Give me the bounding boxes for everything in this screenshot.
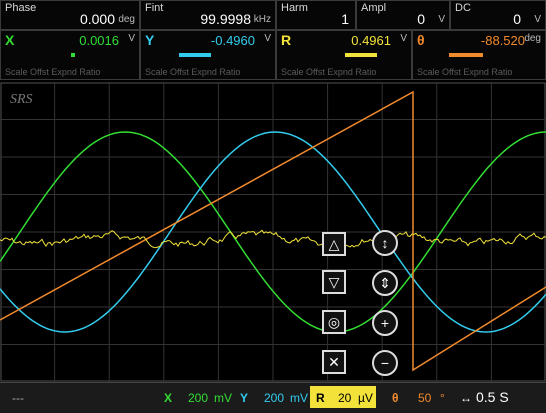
dc-readout[interactable]: DC 0 V	[450, 0, 546, 30]
channel-y-panel[interactable]: Y -0.4960 V Scale Offst Expnd Ratio	[140, 30, 276, 80]
zoom-out-icon[interactable]: −	[372, 350, 398, 376]
channel-x-subcontrols: Scale Offst Expnd Ratio	[5, 67, 101, 77]
zoom-vertical-in-icon[interactable]: ↕	[372, 230, 398, 256]
y-scale-value[interactable]: 200	[264, 391, 284, 405]
ampl-label: Ampl	[361, 2, 387, 14]
channel-y-subcontrols: Scale Offst Expnd Ratio	[145, 67, 241, 77]
y-scale-unit: mV	[290, 391, 308, 405]
phase-unit: deg	[118, 14, 135, 25]
r-scale-unit: µV	[358, 391, 373, 405]
timebase-value[interactable]: 0.5 S	[476, 389, 509, 405]
x-scale-unit: mV	[214, 391, 232, 405]
timebase-icon: ↔	[460, 391, 472, 405]
channel-theta-value: -88.520	[480, 33, 525, 48]
channel-x-panel[interactable]: X 0.0016 V Scale Offst Expnd Ratio	[0, 30, 140, 80]
theta-scale-label[interactable]: θ	[392, 391, 399, 405]
channel-r-subcontrols: Scale Offst Expnd Ratio	[281, 67, 377, 77]
phase-readout[interactable]: Phase 0.000 deg	[0, 0, 140, 30]
r-scale-label[interactable]: R	[316, 391, 325, 405]
x-scale-label[interactable]: X	[164, 391, 172, 405]
r-scale-value[interactable]: 20	[338, 391, 351, 405]
channel-y-value: -0.4960	[210, 33, 255, 48]
phase-value: 0.000	[79, 11, 115, 27]
zoom-vertical-out-icon[interactable]: ⇕	[372, 270, 398, 296]
channel-theta-subcontrols: Scale Offst Expnd Ratio	[417, 67, 513, 77]
scale-up-button[interactable]: △	[322, 232, 346, 256]
channel-r-label: R	[281, 32, 292, 48]
dc-label: DC	[455, 2, 471, 14]
channel-theta-label: θ	[417, 32, 425, 48]
fint-readout[interactable]: Fint 99.9998 kHz	[140, 0, 276, 30]
trace-dash: ---	[12, 391, 24, 405]
harm-label: Harm	[281, 2, 308, 14]
channel-x-label: X	[5, 32, 15, 48]
ampl-readout[interactable]: Ampl 0 V	[356, 0, 450, 30]
channel-y-label: Y	[145, 32, 155, 48]
fint-value: 99.9998	[200, 11, 251, 27]
fint-unit: kHz	[253, 14, 271, 25]
y-scale-label[interactable]: Y	[240, 391, 248, 405]
strip-chart[interactable]	[0, 82, 546, 382]
channel-y-unit: V	[264, 33, 271, 44]
harm-readout[interactable]: Harm 1	[276, 0, 356, 30]
phase-label: Phase	[5, 2, 37, 14]
dc-unit: V	[534, 14, 541, 25]
srs-logo: SRS	[10, 92, 33, 107]
ampl-value: 0	[417, 11, 425, 27]
status-header: Phase 0.000 deg Fint 99.9998 kHz Harm 1 …	[0, 0, 546, 82]
strip-chart-svg	[0, 82, 546, 382]
channel-r-value: 0.4961	[351, 33, 391, 48]
channel-x-bar	[71, 53, 75, 57]
channel-r-panel[interactable]: R 0.4961 V Scale Offst Expnd Ratio	[276, 30, 412, 80]
harm-value: 1	[341, 11, 349, 27]
theta-scale-value[interactable]: 50	[418, 391, 431, 405]
channel-x-unit: V	[128, 33, 135, 44]
channel-theta-unit: deg	[524, 33, 541, 44]
channel-theta-bar	[449, 53, 483, 57]
fint-label: Fint	[145, 2, 164, 14]
x-scale-value[interactable]: 200	[188, 391, 208, 405]
scale-bar: --- X 200 mV Y 200 mV R 20 µV θ 50 ° ↔ 0…	[0, 382, 546, 413]
ampl-unit: V	[438, 14, 445, 25]
channel-theta-panel[interactable]: θ -88.520 deg Scale Offst Expnd Ratio	[412, 30, 546, 80]
dc-value: 0	[513, 11, 521, 27]
scale-down-button[interactable]: ▽	[322, 270, 346, 294]
channel-x-value: 0.0016	[79, 33, 119, 48]
close-button[interactable]: ✕	[322, 350, 346, 374]
channel-r-unit: V	[400, 33, 407, 44]
autoscale-button[interactable]: ◎	[322, 310, 346, 334]
channel-r-bar	[345, 53, 377, 57]
theta-scale-unit: °	[440, 391, 445, 405]
channel-y-bar	[179, 53, 211, 57]
zoom-in-icon[interactable]: +	[372, 310, 398, 336]
